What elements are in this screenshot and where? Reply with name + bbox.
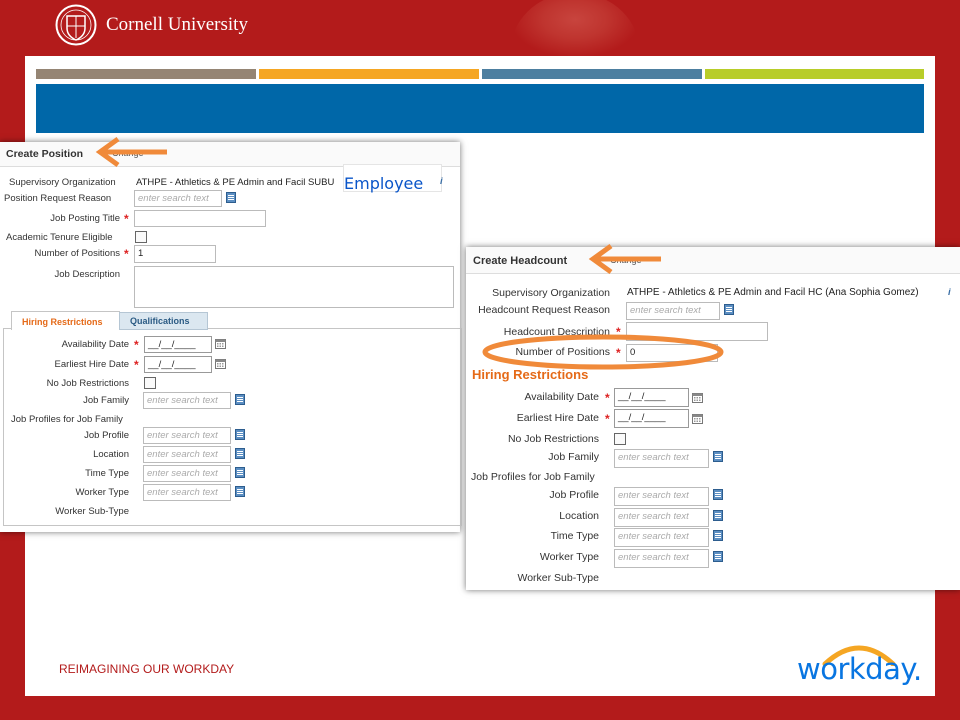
arrow-icon [588,243,661,275]
workday-wordmark: workday [797,652,918,686]
arrow-icon [95,136,167,168]
workday-logo: workday . [797,640,922,688]
workday-dot: . [913,653,923,687]
highlight-ellipse [482,334,724,370]
bottom-bar [0,696,960,720]
footer-tagline: REIMAGINING OUR WORKDAY [59,662,235,676]
annotation-layer [95,136,724,370]
